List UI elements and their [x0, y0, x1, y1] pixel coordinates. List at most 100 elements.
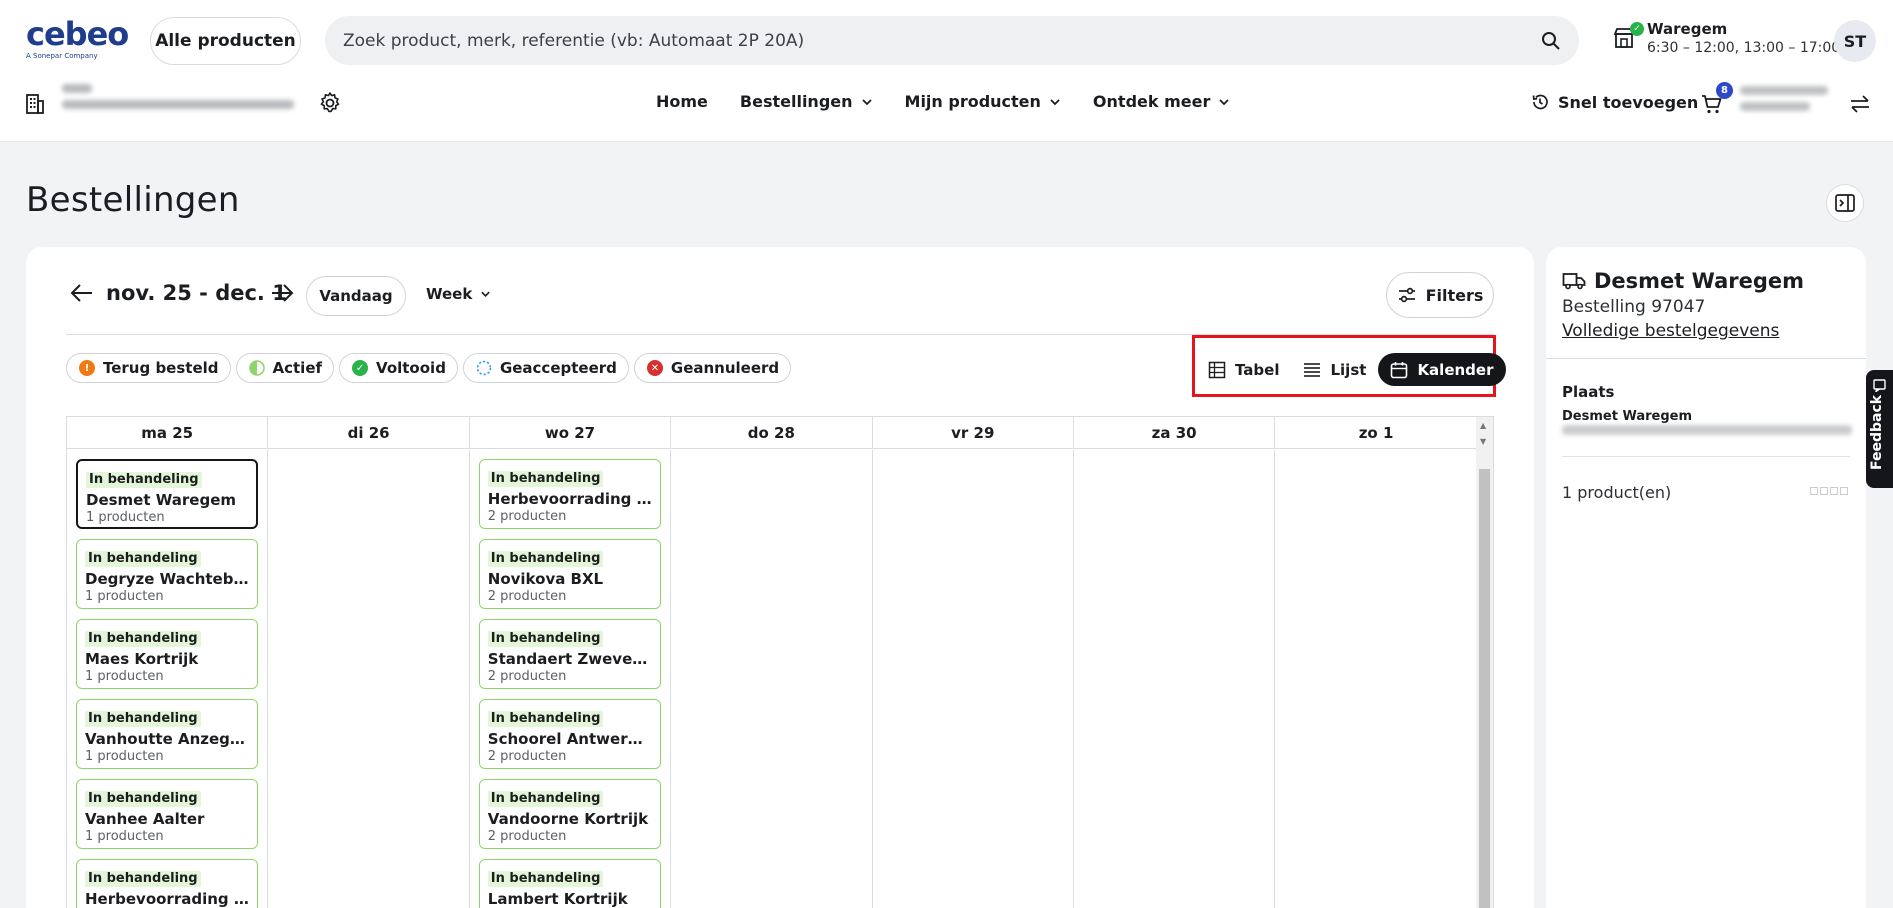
- list-icon: [1303, 362, 1321, 378]
- view-tabel-label: Tabel: [1235, 360, 1280, 379]
- nav-ontdek-meer[interactable]: Ontdek meer: [1093, 92, 1230, 111]
- order-card[interactable]: In behandeling Vanhee Aalter 1 producten: [76, 779, 258, 849]
- order-name: Herbevoorrading Sto…: [85, 890, 249, 908]
- day-header: wo 27: [470, 417, 672, 449]
- search-input[interactable]: Zoek product, merk, referentie (vb: Auto…: [343, 31, 1541, 51]
- location-label: Plaats: [1562, 383, 1615, 401]
- order-status-badge: In behandeling: [85, 791, 201, 807]
- calendar-icon: [1390, 361, 1408, 379]
- previous-week-arrow-icon[interactable]: [70, 283, 94, 303]
- scrollbar-thumb[interactable]: [1479, 469, 1490, 908]
- order-card[interactable]: In behandeling Desmet Waregem 1 producten: [76, 459, 258, 529]
- truck-icon: [1562, 271, 1586, 291]
- status-chip-label: Voltooid: [376, 359, 446, 377]
- cancel-circle-icon: ✕: [646, 360, 663, 376]
- store-hours: 6:30 – 12:00, 13:00 – 17:00: [1647, 40, 1841, 56]
- search-icon[interactable]: [1541, 31, 1561, 51]
- account-info-redacted[interactable]: [62, 84, 294, 118]
- order-name: Standaert Zwevegem: [487, 650, 652, 668]
- switch-account-icon[interactable]: [1848, 92, 1872, 116]
- order-card[interactable]: In behandeling Degryze Wachtebeke 1 produc…: [76, 539, 258, 609]
- view-switcher: Tabel Lijst Kalender: [1196, 353, 1506, 386]
- order-card[interactable]: In behandeling Standaert Zwevegem 2 produc…: [478, 619, 661, 689]
- order-number: Bestelling 97047: [1562, 297, 1706, 317]
- order-name: Herbevoorrading Sto…: [487, 490, 652, 508]
- nav-mijn-producten-label: Mijn producten: [904, 92, 1041, 111]
- order-product-count: 1 producten: [85, 589, 164, 604]
- order-status-badge: In behandeling: [487, 711, 604, 727]
- today-button[interactable]: Vandaag: [306, 276, 406, 316]
- order-status-badge: In behandeling: [487, 631, 604, 647]
- order-product-count: 2 producten: [487, 829, 567, 844]
- view-lijst-button[interactable]: Lijst: [1291, 353, 1378, 386]
- scroll-down-arrow-icon[interactable]: ▼: [1480, 437, 1486, 446]
- store-selector[interactable]: ✓ Waregem 6:30 – 12:00, 13:00 – 17:00: [1610, 20, 1840, 64]
- status-chip-voltooid[interactable]: ✓ Voltooid: [339, 353, 458, 383]
- view-tabel-button[interactable]: Tabel: [1196, 353, 1291, 386]
- store-open-check-icon: ✓: [1630, 22, 1644, 36]
- nav-bestellingen[interactable]: Bestellingen: [740, 92, 873, 111]
- order-card[interactable]: In behandeling Herbevoorrading Sto…2 prod…: [478, 459, 661, 529]
- sliders-icon: [1397, 286, 1417, 304]
- detail-title: Desmet Waregem: [1562, 269, 1804, 293]
- order-status-badge: In behandeling: [85, 871, 201, 887]
- secondary-nav-bar: Home Bestellingen Mijn producten Ontdek …: [0, 82, 1893, 126]
- filters-button[interactable]: Filters: [1386, 272, 1494, 318]
- warning-icon: !: [79, 360, 95, 376]
- order-card[interactable]: In behandeling Vandoorne Kortrijk 2 produc…: [478, 779, 661, 849]
- order-card[interactable]: In behandeling Vanhoutte Anzegem 1 product…: [76, 699, 258, 769]
- status-chip-label: Terug besteld: [103, 359, 219, 377]
- location-address-redacted: [1562, 425, 1852, 435]
- view-lijst-label: Lijst: [1330, 360, 1367, 379]
- status-chip-terug-besteld[interactable]: ! Terug besteld: [66, 353, 231, 383]
- cart-count-badge: 8: [1716, 82, 1733, 99]
- order-status-badge: In behandeling: [487, 471, 604, 487]
- order-product-count: 2 producten: [487, 509, 567, 524]
- order-card[interactable]: In behandeling Lambert Kortrijk: [478, 859, 661, 908]
- feedback-tab[interactable]: Feedback: [1866, 370, 1893, 488]
- feedback-icon: [1873, 379, 1886, 392]
- orders-card: nov. 25 - dec. 1 Vandaag Week Filters ! …: [26, 247, 1534, 908]
- logo-subtitle: A Sonepar Company: [26, 52, 98, 60]
- cart-info-redacted[interactable]: [1740, 86, 1828, 118]
- search-bar[interactable]: Zoek product, merk, referentie (vb: Auto…: [325, 16, 1579, 65]
- full-order-details-link[interactable]: Volledige bestelgegevens: [1562, 321, 1779, 341]
- nav-home[interactable]: Home: [656, 92, 708, 111]
- day-header: za 30: [1074, 417, 1276, 449]
- quick-add-button[interactable]: Snel toevoegen: [1530, 92, 1698, 112]
- detail-title-text: Desmet Waregem: [1594, 269, 1804, 293]
- order-product-count: 1 producten: [85, 749, 164, 764]
- order-product-count: 1 producten: [86, 510, 165, 525]
- product-count: 1 product(en): [1562, 483, 1672, 502]
- status-chip-geannuleerd[interactable]: ✕ Geannuleerd: [633, 353, 792, 383]
- main-nav: Home Bestellingen Mijn producten Ontdek …: [656, 92, 1262, 111]
- avatar[interactable]: ST: [1834, 20, 1876, 62]
- nav-mijn-producten[interactable]: Mijn producten: [905, 92, 1061, 111]
- day-column-di: [268, 450, 470, 908]
- period-select[interactable]: Week: [426, 285, 491, 303]
- chevron-down-icon: [861, 98, 873, 106]
- day-header: vr 29: [873, 417, 1074, 449]
- status-chip-geaccepteerd[interactable]: Geaccepteerd: [462, 353, 629, 383]
- order-product-count: 2 producten: [487, 669, 567, 684]
- gear-icon[interactable]: [318, 91, 342, 115]
- scroll-up-arrow-icon[interactable]: ▲: [1480, 421, 1486, 430]
- product-thumbnails: [1810, 487, 1848, 495]
- cebeo-logo[interactable]: cebeo A Sonepar Company: [26, 18, 129, 62]
- order-card[interactable]: In behandeling Maes Kortrijk 1 producten: [76, 619, 258, 689]
- next-week-arrow-icon[interactable]: [270, 283, 294, 303]
- table-icon: [1208, 361, 1226, 379]
- day-column-do: [671, 450, 873, 908]
- view-kalender-button[interactable]: Kalender: [1378, 353, 1506, 386]
- calendar-body: In behandeling Desmet Waregem 1 producten I…: [67, 450, 1477, 908]
- order-card[interactable]: In behandeling Schoorel Antwerpen 2 produc…: [478, 699, 661, 769]
- toggle-side-panel-button[interactable]: [1826, 184, 1864, 222]
- all-products-button[interactable]: Alle producten: [150, 17, 301, 65]
- order-card[interactable]: In behandeling Novikova BXL 2 producten: [478, 539, 661, 609]
- status-chip-actief[interactable]: Actief: [235, 353, 335, 383]
- feedback-label: Feedback: [1869, 394, 1885, 470]
- calendar-scrollbar[interactable]: ▲ ▼: [1476, 417, 1493, 908]
- order-product-count: 2 producten: [487, 589, 567, 604]
- order-card[interactable]: In behandeling Herbevoorrading Sto…: [76, 859, 258, 908]
- building-icon[interactable]: [24, 93, 46, 115]
